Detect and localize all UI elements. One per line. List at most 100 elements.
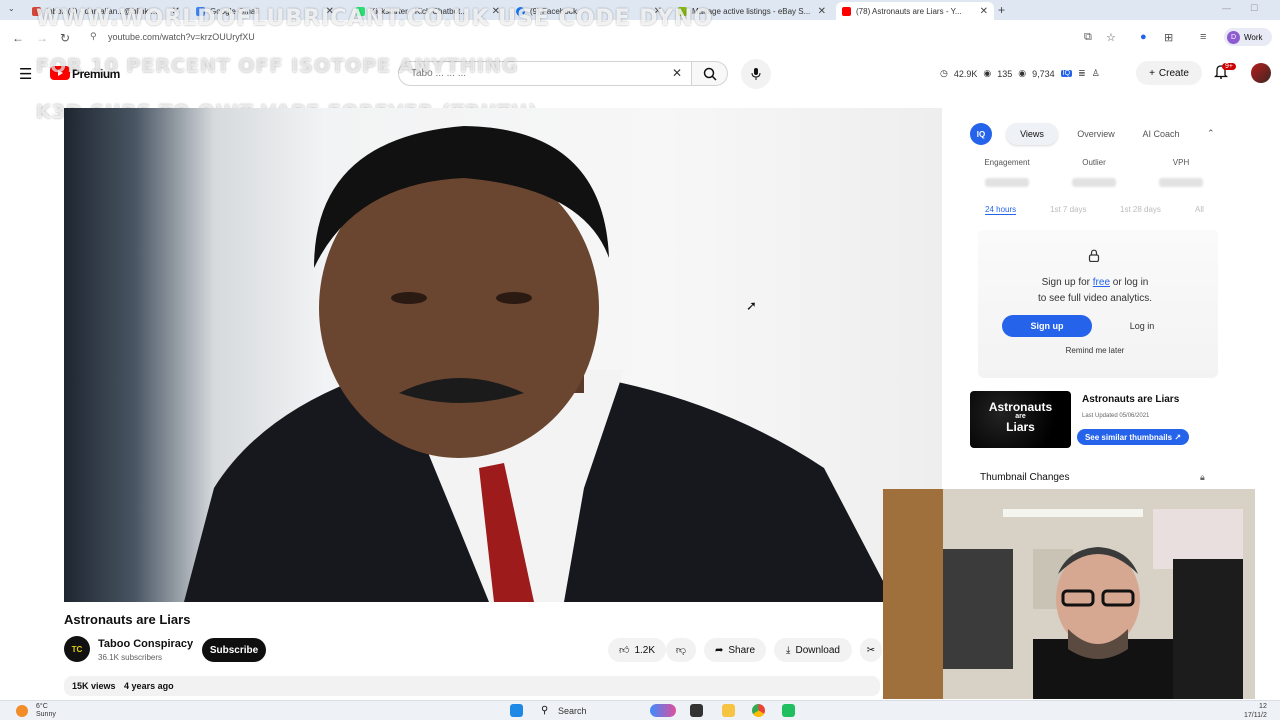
range-first-7-days[interactable]: 1st 7 days xyxy=(1050,205,1086,214)
eye-icon: ◉ xyxy=(983,68,992,78)
weather-widget[interactable]: 6°C Sunny xyxy=(36,703,56,719)
metric-outlier-value-blurred xyxy=(1072,178,1116,187)
similar-thumbnails-button[interactable]: See similar thumbnails ↗ xyxy=(1077,429,1189,445)
login-button[interactable]: Log in xyxy=(1100,315,1184,337)
new-tab-button[interactable]: + xyxy=(998,3,1005,17)
signup-msg-line2: to see full video analytics. xyxy=(1038,293,1152,304)
subscribe-button[interactable]: Subscribe xyxy=(202,638,266,662)
thumbnail-updated: Last Updated 05/06/2021 xyxy=(1082,413,1150,419)
video-player[interactable] xyxy=(64,108,942,602)
voice-search-button[interactable] xyxy=(741,59,771,89)
webcam-scene xyxy=(883,489,1255,699)
tab-overview[interactable]: Overview xyxy=(1068,123,1124,145)
copilot-icon[interactable] xyxy=(650,704,676,717)
signup-button[interactable]: Sign up xyxy=(1002,315,1092,337)
clock-date: 17/11/2 xyxy=(1244,712,1267,719)
task-view-icon[interactable] xyxy=(690,704,703,717)
signup-message: Sign up for free or log in to see full v… xyxy=(1000,275,1190,307)
thumbnail-changes-label: Thumbnail Changes xyxy=(980,472,1070,483)
lock-icon xyxy=(1088,249,1100,267)
weather-sun-icon[interactable] xyxy=(16,705,28,717)
install-app-icon[interactable]: ⧉ xyxy=(1084,31,1092,44)
extension-iq-icon[interactable]: ● xyxy=(1140,31,1147,43)
weather-condition: Sunny xyxy=(36,711,56,718)
clock-icon: ◷ xyxy=(940,68,948,78)
channel-name[interactable]: Taboo Conspiracy xyxy=(98,638,193,650)
thumbs-down-icon: 👎︎ xyxy=(675,645,687,656)
extensions-puzzle-icon[interactable]: ⊞ xyxy=(1164,31,1173,44)
close-icon[interactable]: ✕ xyxy=(818,6,826,17)
stat-views: 42.9K xyxy=(953,68,978,79)
subscriber-count: 36.1K subscribers xyxy=(98,653,163,662)
thumbnail-text: Liars xyxy=(1006,420,1035,434)
signup-free-link[interactable]: free xyxy=(1093,277,1110,288)
thumbnail-title: Astronauts are Liars xyxy=(1082,394,1180,405)
thumbs-up-icon: 👍︎ xyxy=(618,645,630,656)
share-icon: ➦ xyxy=(714,644,724,656)
maximize-icon[interactable]: ☐ xyxy=(1250,3,1258,14)
upload-age: 4 years ago xyxy=(124,681,174,691)
remind-later-link[interactable]: Remind me later xyxy=(1040,346,1150,355)
site-info-icon[interactable]: ⚲ xyxy=(90,31,97,42)
search-icon xyxy=(703,67,717,81)
download-label: Download xyxy=(795,644,840,656)
like-button[interactable]: 👍︎ 1.2K xyxy=(608,638,666,662)
video-description-box[interactable]: 15K views 4 years ago xyxy=(64,676,880,696)
profile-avatar: D xyxy=(1227,30,1240,44)
dislike-button[interactable]: 👎︎ xyxy=(666,638,696,662)
taskbar-search-label[interactable]: Search xyxy=(558,706,587,716)
forward-icon[interactable]: → xyxy=(36,31,48,45)
list-icon[interactable]: ≣ xyxy=(1078,68,1086,79)
trophy-icon[interactable]: ♙ xyxy=(1092,68,1100,79)
channel-avatar[interactable]: TC xyxy=(64,636,90,662)
range-all[interactable]: All xyxy=(1195,205,1204,214)
thumbnail-text: Astronauts xyxy=(988,400,1053,414)
eye-icon: ◉ xyxy=(1018,68,1027,78)
like-count: 1.2K xyxy=(634,644,656,656)
menu-hamburger-icon[interactable]: ☰ xyxy=(19,65,32,83)
tab-ai-coach[interactable]: AI Coach xyxy=(1132,123,1190,145)
search-button[interactable] xyxy=(692,61,728,86)
scissors-icon: ✂ xyxy=(866,644,876,656)
clip-button[interactable]: ✂ xyxy=(860,638,882,662)
notification-count-badge: 9+ xyxy=(1222,63,1236,70)
reading-list-icon[interactable]: ≡ xyxy=(1200,31,1206,43)
taskbar-search-icon[interactable]: ⚲ xyxy=(541,705,548,716)
weather-temp: 6°C xyxy=(36,703,48,710)
chrome-icon[interactable] xyxy=(752,704,765,717)
thumbnail-changes-row[interactable]: Thumbnail Changes 🔒︎ xyxy=(970,468,1220,490)
url-text[interactable]: youtube.com/watch?v=krzOUUryfXU xyxy=(108,32,255,42)
metric-engagement-label: Engagement xyxy=(984,158,1030,167)
stat-watch: 9,734 xyxy=(1032,68,1055,79)
video-thumbnail[interactable]: Astronauts are Liars xyxy=(970,391,1071,448)
reload-icon[interactable]: ↻ xyxy=(60,31,70,45)
bookmark-star-icon[interactable]: ☆ xyxy=(1106,31,1116,44)
overlay-banner-line2: FOR 10 PERCENT OFF ISOTOPE ANYTHING xyxy=(36,55,519,77)
system-clock[interactable]: 12 17/11/2 xyxy=(1244,702,1267,720)
video-frame-person xyxy=(184,126,894,602)
tab-youtube-active[interactable]: (78) Astronauts are Liars - Y... ✕ xyxy=(836,2,994,20)
close-icon[interactable]: ✕ xyxy=(980,6,988,17)
tab-search-icon[interactable]: ⌄ xyxy=(8,4,15,13)
clear-search-icon[interactable]: ✕ xyxy=(672,66,682,80)
range-first-28-days[interactable]: 1st 28 days xyxy=(1120,205,1161,214)
range-24-hours[interactable]: 24 hours xyxy=(985,205,1017,215)
metric-vph-label: VPH xyxy=(1172,158,1190,167)
app-icon[interactable] xyxy=(782,704,795,717)
mouse-cursor-icon: ➚ xyxy=(746,298,757,313)
lock-icon: 🔒︎ xyxy=(1200,472,1205,482)
tab-views[interactable]: Views xyxy=(1006,123,1058,145)
file-explorer-icon[interactable] xyxy=(722,704,735,717)
windows-taskbar xyxy=(0,700,1280,720)
create-button[interactable]: + Create xyxy=(1136,61,1202,85)
iq-badge-icon[interactable]: IQ xyxy=(1060,70,1073,77)
share-button[interactable]: ➦ Share xyxy=(704,638,766,662)
collapse-chevron-icon[interactable]: ⌃ xyxy=(1207,128,1215,139)
profile-button[interactable]: D Work xyxy=(1224,28,1272,46)
minimize-icon[interactable]: — xyxy=(1222,3,1231,13)
download-button[interactable]: ⤓ Download xyxy=(774,638,852,662)
back-icon[interactable]: ← xyxy=(12,31,24,45)
microphone-icon xyxy=(751,68,761,80)
account-avatar[interactable] xyxy=(1251,63,1271,83)
windows-start-icon[interactable] xyxy=(510,704,523,717)
